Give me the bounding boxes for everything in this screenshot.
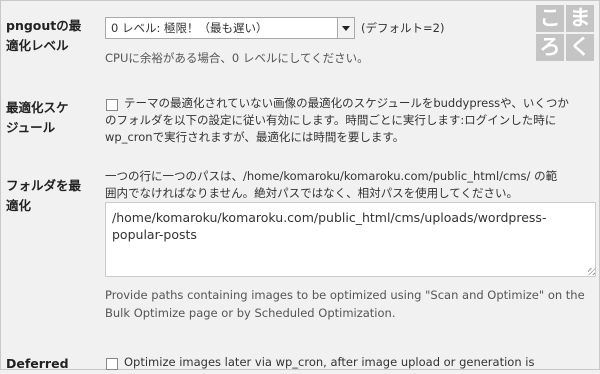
- logo-char: ろ: [536, 34, 564, 61]
- schedule-description-line2: のフォルダを以下の設定に従い有効にします。時間ごとに実行します:ログインした時に: [105, 113, 557, 127]
- schedule-label-line2: ジュール: [6, 120, 56, 135]
- png-level-label-line1: pngoutの最: [6, 18, 82, 33]
- png-level-label: pngoutの最 適化レベル: [6, 16, 81, 56]
- schedule-label-line1: 最適化スケ: [6, 100, 69, 115]
- folder-intro-line1: 一つの行に一つのパスは、/home/komaroku/komaroku.com/…: [105, 169, 558, 183]
- folder-label-line2: 適化: [6, 198, 32, 213]
- png-level-select[interactable]: 0 レベル: 極限！（最も遅い）: [105, 17, 355, 39]
- schedule-checkbox[interactable]: [106, 99, 118, 111]
- komaroku-logo: こ ま ろ く: [536, 5, 594, 61]
- png-level-default-hint: (デフォルト=2): [361, 21, 445, 35]
- logo-char: こ: [536, 5, 564, 32]
- folder-intro-line2: 囲内でなければなりません。絶対パスではなく、相対パスを使用してください。: [105, 186, 518, 200]
- schedule-description-line1: テーマの最適化されていない画像の最適化のスケジュールをbuddypressや、い…: [124, 96, 569, 110]
- png-level-selected-value: 0 レベル: 極限！（最も遅い）: [111, 21, 268, 35]
- resize-grip-icon[interactable]: [588, 268, 595, 275]
- deferred-label: Deferred: [6, 356, 69, 371]
- schedule-label: 最適化スケ ジュール: [6, 98, 69, 138]
- folder-label: フォルダを最 適化: [6, 176, 81, 216]
- folder-label-line1: フォルダを最: [6, 178, 82, 193]
- schedule-description-line3: wp_cronで実行されますが、最適化には時間を要します。: [105, 130, 405, 144]
- folder-paths-textarea[interactable]: /home/komaroku/komaroku.com/public_html/…: [105, 202, 596, 277]
- deferred-checkbox[interactable]: [106, 358, 118, 370]
- logo-char: く: [566, 34, 594, 61]
- folder-help-line1: Provide paths containing images to be op…: [105, 288, 585, 302]
- logo-char: ま: [566, 5, 594, 32]
- deferred-description: Optimize images later via wp_cron, after…: [124, 355, 535, 369]
- folder-help-line2: Bulk Optimize page or by Scheduled Optim…: [105, 306, 396, 320]
- chevron-down-icon[interactable]: [337, 18, 354, 38]
- png-level-description: CPUに余裕がある場合、0 レベルにしてください。: [105, 51, 369, 65]
- png-level-label-line2: 適化レベル: [6, 38, 69, 53]
